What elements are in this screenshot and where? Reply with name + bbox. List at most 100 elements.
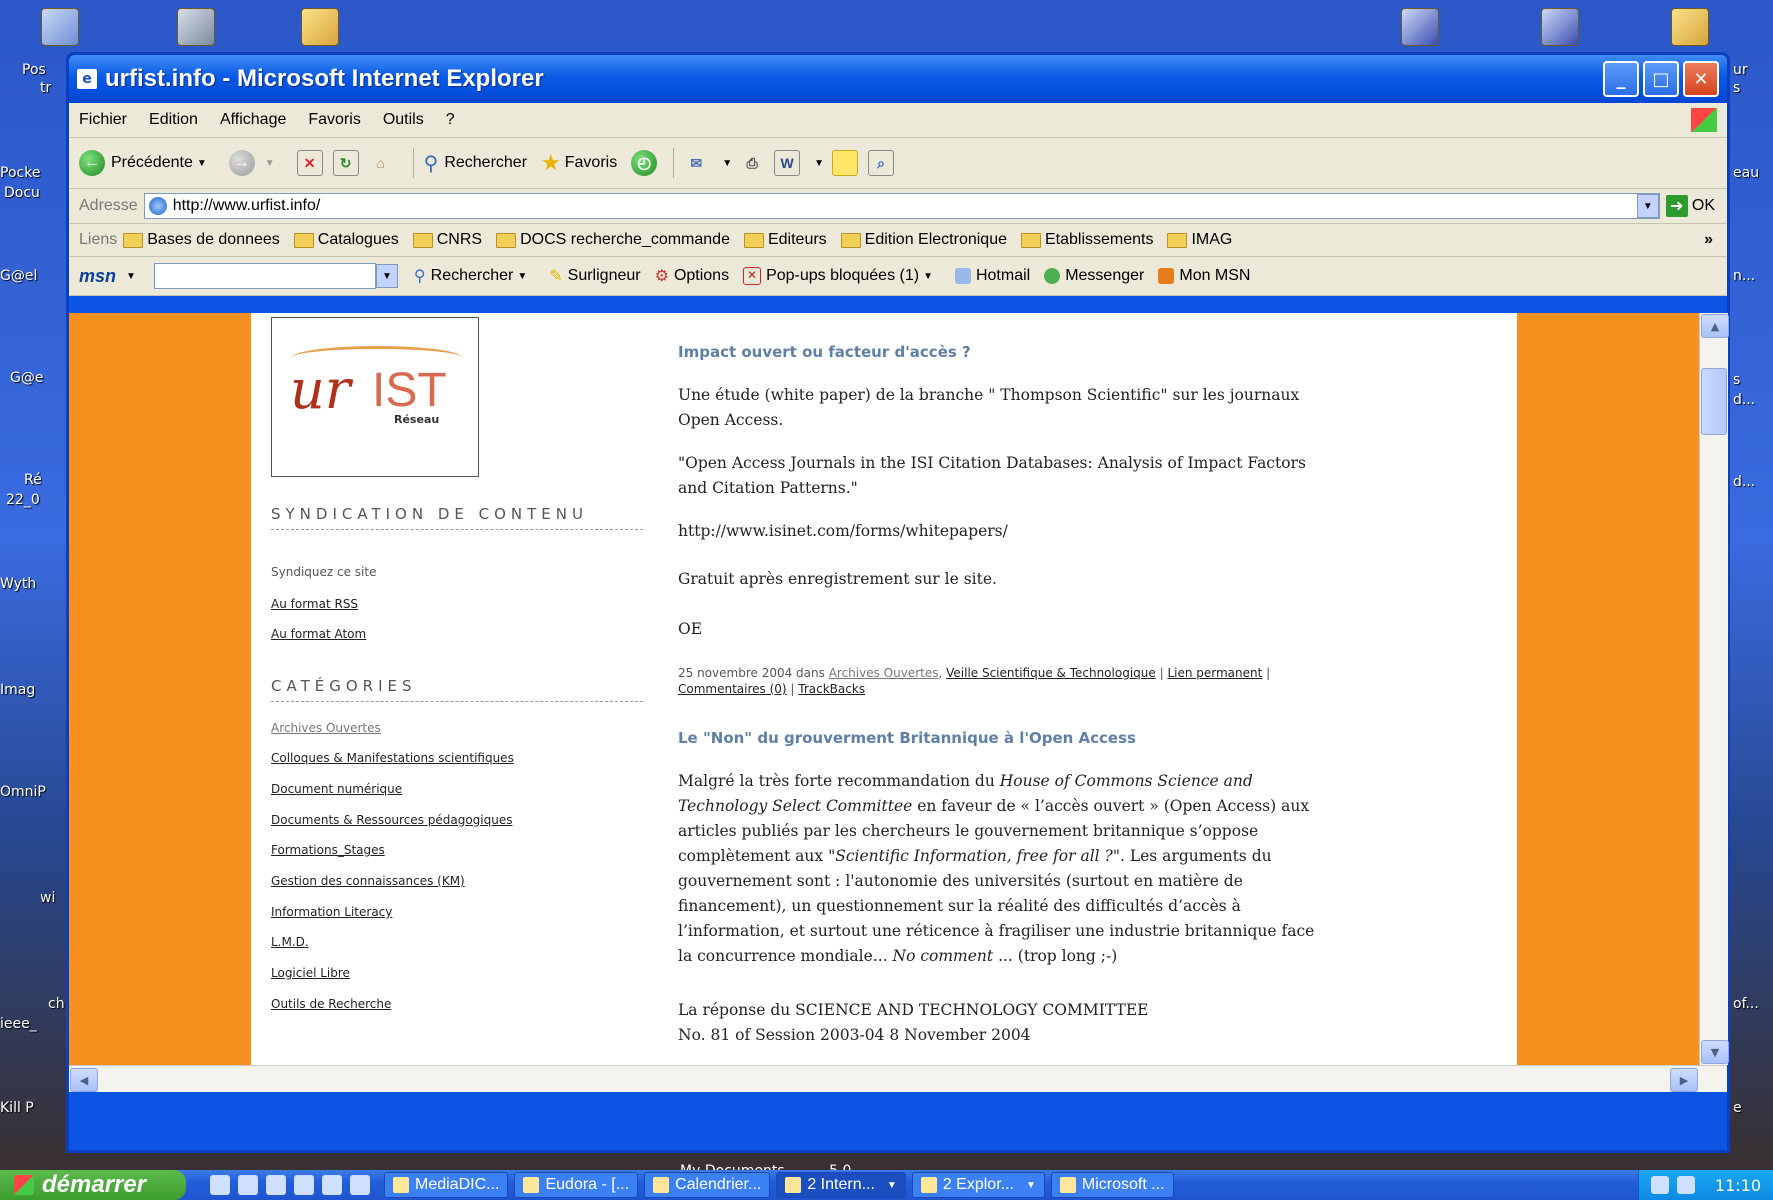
chevron-down-icon[interactable]: ▼ <box>126 271 136 282</box>
scroll-thumb[interactable] <box>1701 368 1727 435</box>
chevron-down-icon[interactable]: ▼ <box>923 271 933 282</box>
link-etablissements[interactable]: Etablissements <box>1020 231 1153 249</box>
stop-icon[interactable]: ✕ <box>296 150 323 176</box>
link-catalogues[interactable]: Catalogues <box>293 231 399 249</box>
chevron-down-icon[interactable]: ▼ <box>722 158 732 169</box>
app-quicklaunch-icon[interactable] <box>322 1175 342 1195</box>
msn-options-button[interactable]: ⚙ Options <box>655 266 729 286</box>
app-quicklaunch-icon[interactable] <box>238 1175 258 1195</box>
vertical-scrollbar[interactable]: ▲ ▼ <box>1699 313 1729 1065</box>
post-category-link[interactable]: Archives Ouvertes <box>829 666 939 680</box>
chevron-down-icon[interactable]: ▼ <box>814 158 824 169</box>
task-button[interactable]: 2 Intern... ▼ <box>776 1172 906 1198</box>
favorites-button[interactable]: ★ Favoris <box>541 150 617 176</box>
research-icon[interactable]: ⌕ <box>868 150 895 176</box>
category-link[interactable]: Logiciel Libre <box>271 966 350 980</box>
refresh-icon[interactable]: ↻ <box>332 150 359 176</box>
mail-icon[interactable]: ✉ <box>684 151 708 175</box>
category-link[interactable]: Document numérique <box>271 782 402 796</box>
task-button[interactable]: Microsoft ... <box>1050 1172 1174 1198</box>
category-link[interactable]: Formations_Stages <box>271 843 385 857</box>
minimize-button[interactable]: _ <box>1603 61 1639 97</box>
scroll-left-icon[interactable]: ◀ <box>70 1068 98 1092</box>
post-title[interactable]: Le "Non" du grouverment Britannique à l'… <box>678 729 1136 747</box>
category-link[interactable]: Gestion des connaissances (KM) <box>271 874 465 888</box>
print-icon[interactable]: ⎙ <box>740 151 764 175</box>
msn-popups-button[interactable]: ✕ Pop-ups bloquées (1) ▼ <box>743 267 941 285</box>
desktop-icon-3[interactable] <box>280 8 360 48</box>
msn-mymsn-button[interactable]: Mon MSN <box>1158 267 1250 285</box>
word-icon[interactable]: W <box>774 150 801 176</box>
close-button[interactable]: ✕ <box>1683 61 1719 97</box>
page-viewport[interactable]: ur IST Réseau SYNDICATION DE CONTENU Syn… <box>69 313 1699 1065</box>
permalink[interactable]: Lien permanent <box>1167 666 1262 680</box>
history-icon[interactable]: ◴ <box>631 150 658 176</box>
app-quicklaunch-icon[interactable] <box>350 1175 370 1195</box>
menu-fichier[interactable]: Fichier <box>79 111 127 129</box>
category-link[interactable]: Outils de Recherche <box>271 997 391 1011</box>
msn-search-input[interactable] <box>153 263 376 289</box>
task-button[interactable]: MediaDIC... <box>384 1172 509 1198</box>
tray-icon[interactable] <box>1676 1176 1695 1194</box>
link-bases-de-donnees[interactable]: Bases de donnees <box>123 231 280 249</box>
chevron-down-icon[interactable]: ▼ <box>197 158 207 169</box>
clock[interactable]: 11:10 <box>1715 1176 1761 1195</box>
forward-button[interactable]: → ▼ <box>228 150 283 176</box>
msn-highlight-button[interactable]: ✎ Surligneur <box>549 266 640 286</box>
ie-quicklaunch-icon[interactable] <box>210 1175 230 1195</box>
title-bar[interactable]: e urfist.info - Microsoft Internet Explo… <box>69 55 1727 103</box>
rss-link[interactable]: Au format RSS <box>271 597 358 611</box>
scroll-down-icon[interactable]: ▼ <box>1701 1040 1729 1064</box>
chevron-down-icon[interactable]: ▼ <box>375 264 398 288</box>
category-link[interactable]: Information Literacy <box>271 905 392 919</box>
link-imag[interactable]: IMAG <box>1167 231 1232 249</box>
scroll-right-icon[interactable]: ▶ <box>1670 1068 1698 1092</box>
post-category-link[interactable]: Veille Scientifique & Technologique <box>946 666 1156 680</box>
msn-search-button[interactable]: ⚲ Rechercher ▼ <box>414 266 535 286</box>
msn-hotmail-button[interactable]: Hotmail <box>954 267 1030 285</box>
comments-link[interactable]: Commentaires (0) <box>678 682 787 696</box>
whitepaper-link[interactable]: http://www.isinet.com/forms/whitepapers/ <box>678 522 1008 540</box>
search-button[interactable]: ⚲ Rechercher <box>424 151 527 176</box>
mail-quicklaunch-icon[interactable] <box>294 1175 314 1195</box>
urfist-logo[interactable]: ur IST Réseau <box>271 317 479 477</box>
chevron-down-icon[interactable]: ▼ <box>1636 194 1659 218</box>
menu-favoris[interactable]: Favoris <box>308 111 360 129</box>
menu-affichage[interactable]: Affichage <box>220 111 286 129</box>
desktop-icon-1[interactable] <box>20 8 100 48</box>
category-link[interactable]: L.M.D. <box>271 935 309 949</box>
desktop-icon-6[interactable] <box>1650 8 1730 48</box>
desktop-icon-2[interactable] <box>156 8 236 48</box>
link-edition-electronique[interactable]: Edition Electronique <box>840 231 1007 249</box>
trackbacks-link[interactable]: TrackBacks <box>798 682 865 696</box>
menu-help[interactable]: ? <box>446 111 455 129</box>
link-cnrs[interactable]: CNRS <box>412 231 482 249</box>
msn-logo[interactable]: msn <box>79 266 116 287</box>
task-button[interactable]: Eudora - [... <box>514 1172 639 1198</box>
category-link[interactable]: Archives Ouvertes <box>271 721 381 735</box>
desktop-icon-4[interactable] <box>1380 8 1460 48</box>
menu-edition[interactable]: Edition <box>149 111 198 129</box>
link-editeurs[interactable]: Editeurs <box>743 231 827 249</box>
task-button[interactable]: 2 Explor... ▼ <box>911 1172 1045 1198</box>
start-button[interactable]: démarrer <box>0 1170 186 1200</box>
chevron-down-icon[interactable]: ▼ <box>517 271 527 282</box>
desktop-icon-5[interactable] <box>1520 8 1600 48</box>
tray-icon[interactable] <box>1650 1176 1669 1194</box>
horizontal-scrollbar[interactable]: ◀ ▶ <box>69 1065 1727 1092</box>
msn-messenger-button[interactable]: Messenger <box>1044 267 1144 285</box>
session-link[interactable]: No. 81 of Session 2003-04 8 November 200… <box>678 1026 1031 1044</box>
scroll-up-icon[interactable]: ▲ <box>1701 314 1729 338</box>
maximize-button[interactable]: □ <box>1643 61 1679 97</box>
folder-quicklaunch-icon[interactable] <box>266 1175 286 1195</box>
address-input[interactable]: http://www.urfist.info/ ▼ <box>143 193 1660 219</box>
post-title[interactable]: Impact ouvert ou facteur d'accès ? <box>678 343 971 361</box>
category-link[interactable]: Documents & Ressources pédagogiques <box>271 813 513 827</box>
link-docs-recherche[interactable]: DOCS recherche_commande <box>496 231 730 249</box>
note-icon[interactable] <box>832 150 859 176</box>
back-button[interactable]: ← Précédente ▼ <box>79 150 215 176</box>
chevron-down-icon[interactable]: ▼ <box>265 158 275 169</box>
category-link[interactable]: Colloques & Manifestations scientifiques <box>271 751 514 765</box>
atom-link[interactable]: Au format Atom <box>271 627 366 641</box>
home-icon[interactable]: ⌂ <box>369 151 393 175</box>
